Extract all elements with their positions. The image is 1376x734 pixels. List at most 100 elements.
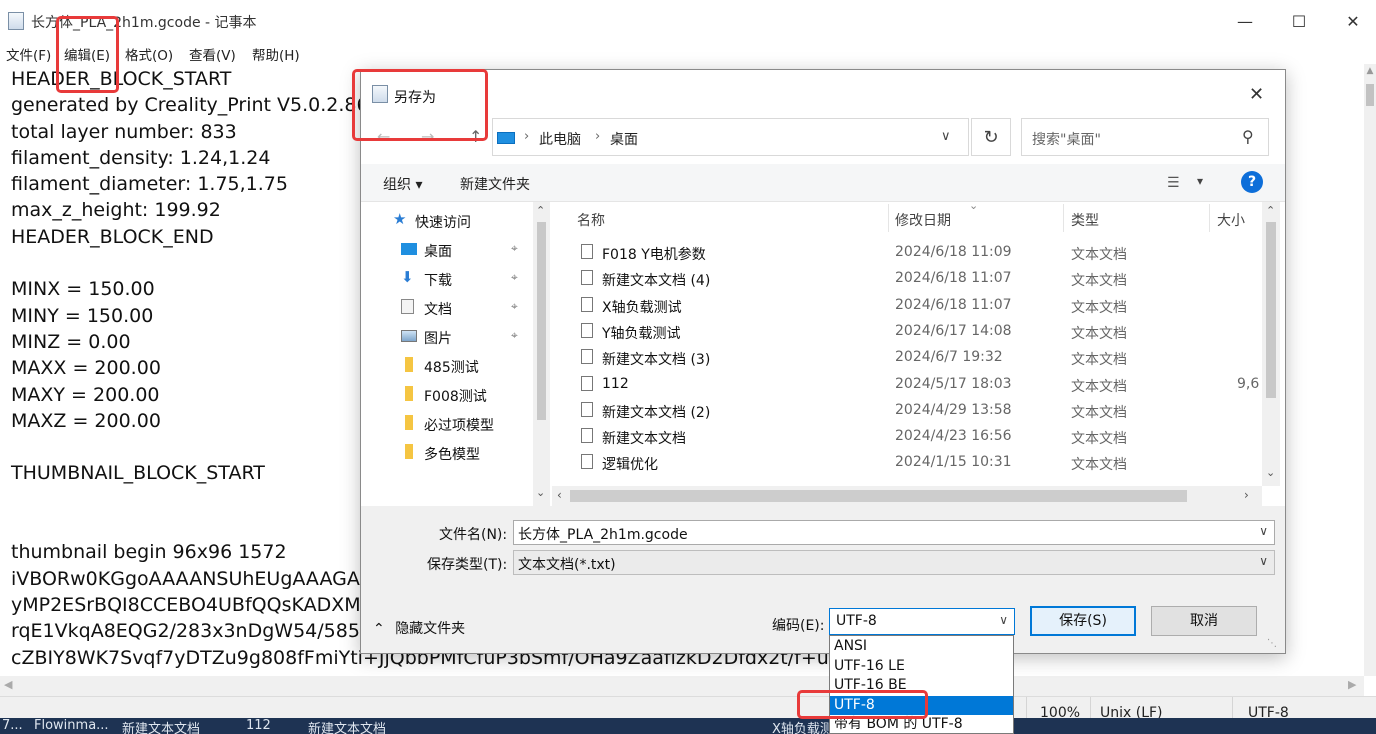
minimize-button[interactable]: — — [1222, 6, 1268, 36]
nav-item[interactable]: 文档 ⌖ — [361, 293, 536, 321]
screen: 长方体_PLA_2h1m.gcode - 记事本 — ☐ ✕ 文件(F) 编辑(… — [0, 0, 1376, 734]
column-modified[interactable]: 修改日期 — [895, 210, 951, 230]
search-box[interactable]: 搜索"桌面" ⚲ — [1021, 118, 1269, 156]
taskbar-item[interactable]: Flowinma... — [34, 718, 109, 733]
maximize-button[interactable]: ☐ — [1276, 6, 1322, 36]
view-dropdown-icon[interactable]: ▾ — [1197, 174, 1203, 188]
file-row[interactable]: 新建文本文档 (2) 2024/4/29 13:58 文本文档 — [552, 398, 1262, 424]
file-list-horizontal-scrollbar[interactable]: ‹ › — [552, 486, 1262, 506]
pin-icon[interactable]: ⌖ — [511, 328, 518, 343]
help-icon[interactable]: ? — [1241, 171, 1263, 193]
chevron-down-icon[interactable]: ∨ — [1259, 554, 1268, 568]
file-row[interactable]: F018 Y电机参数 2024/6/18 11:09 文本文档 — [552, 240, 1262, 266]
nav-item[interactable]: 必过项模型 — [361, 409, 536, 437]
notepad-horizontal-scrollbar[interactable]: ◀ ▶ — [0, 676, 1364, 696]
nav-item[interactable]: F008测试 — [361, 380, 536, 408]
save-as-dialog: 另存为 ✕ ← → ↑ › 此电脑 › 桌面 ∨ ↻ 搜索"桌面" ⚲ 组织 ▾… — [360, 69, 1286, 654]
pin-icon[interactable]: ⌖ — [511, 241, 518, 256]
scroll-down-icon[interactable]: ⌄ — [1266, 466, 1275, 479]
menu-help[interactable]: 帮助(H) — [252, 44, 300, 64]
menu-view[interactable]: 查看(V) — [189, 44, 236, 64]
file-row[interactable]: 新建文本文档 (4) 2024/6/18 11:07 文本文档 — [552, 266, 1262, 292]
encoding-option[interactable]: 带有 BOM 的 UTF-8 — [830, 715, 1013, 733]
resize-grip-icon[interactable]: ⋱ — [1267, 638, 1277, 649]
menu-edit[interactable]: 编辑(E) — [64, 44, 110, 64]
view-options-icon[interactable]: ☰ — [1167, 175, 1180, 191]
nav-item[interactable]: 多色模型 — [361, 438, 536, 466]
scroll-left-icon[interactable]: ‹ — [557, 488, 562, 502]
pin-icon[interactable]: ⌖ — [511, 270, 518, 285]
filename-label: 文件名(N): — [439, 527, 508, 543]
chevron-down-icon[interactable]: ∨ — [941, 129, 951, 144]
address-bar[interactable]: › 此电脑 › 桌面 ∨ — [492, 118, 969, 156]
file-row[interactable]: 逻辑优化 2024/1/15 10:31 文本文档 — [552, 450, 1262, 476]
dialog-close-icon[interactable]: ✕ — [1249, 84, 1264, 105]
taskbar-item[interactable]: X轴负载测 — [772, 718, 833, 734]
file-date: 2024/6/17 14:08 — [895, 322, 1012, 339]
scroll-up-icon[interactable]: ⌃ — [1266, 204, 1275, 217]
scroll-thumb[interactable] — [570, 490, 1187, 502]
new-folder-button[interactable]: 新建文件夹 — [460, 174, 530, 194]
nav-item-label: 下载 — [424, 273, 452, 289]
close-button[interactable]: ✕ — [1330, 6, 1376, 36]
taskbar-item[interactable]: 新建文本文档 — [308, 718, 386, 734]
up-arrow-icon[interactable]: ↑ — [469, 127, 482, 146]
encoding-option[interactable]: UTF-8 — [830, 695, 1013, 715]
file-row[interactable]: 112 2024/5/17 18:03 文本文档 9,6 — [552, 372, 1262, 398]
scroll-left-icon[interactable]: ◀ — [4, 678, 12, 691]
file-list-vertical-scrollbar[interactable]: ⌃ ⌄ — [1262, 202, 1280, 486]
cancel-button[interactable]: 取消 — [1151, 606, 1257, 636]
nav-item[interactable]: ⬇ 下载 ⌖ — [361, 264, 536, 292]
forward-arrow-icon[interactable]: → — [421, 127, 434, 146]
scroll-right-icon[interactable]: ▶ — [1348, 678, 1356, 691]
breadcrumb-this-pc[interactable]: 此电脑 — [539, 129, 581, 149]
nav-item[interactable]: 桌面 ⌖ — [361, 235, 536, 263]
scroll-up-icon[interactable]: ▲ — [1364, 66, 1376, 82]
breadcrumb-desktop[interactable]: 桌面 — [610, 129, 638, 149]
taskbar-item[interactable]: 112 — [246, 718, 271, 733]
taskbar-item[interactable]: 新建文本文档 — [122, 718, 200, 734]
encoding-option[interactable]: ANSI — [830, 637, 1013, 657]
file-row[interactable]: 新建文本文档 2024/4/23 16:56 文本文档 — [552, 424, 1262, 450]
scroll-thumb[interactable] — [537, 222, 546, 420]
nav-item[interactable]: ★ 快速访问 — [361, 206, 536, 234]
file-row[interactable]: Y轴负载测试 2024/6/17 14:08 文本文档 — [552, 319, 1262, 345]
encoding-select[interactable]: UTF-8 ∨ — [829, 608, 1015, 635]
back-arrow-icon[interactable]: ← — [377, 127, 390, 146]
file-row[interactable]: 新建文本文档 (3) 2024/6/7 19:32 文本文档 — [552, 345, 1262, 371]
file-row[interactable]: X轴负载测试 2024/6/18 11:07 文本文档 — [552, 293, 1262, 319]
nav-item[interactable]: 485测试 — [361, 351, 536, 379]
scroll-right-icon[interactable]: › — [1244, 488, 1249, 502]
taskbar-item[interactable]: 7... — [2, 718, 23, 733]
column-name[interactable]: 名称 — [577, 210, 605, 230]
nav-scrollbar[interactable]: ⌃ ⌄ — [533, 202, 550, 506]
encoding-option[interactable]: UTF-16 LE — [830, 657, 1013, 677]
column-size[interactable]: 大小 — [1217, 210, 1245, 230]
nav-item[interactable]: 图片 ⌖ — [361, 322, 536, 350]
nav-item-label: 快速访问 — [415, 215, 471, 231]
file-name: 逻辑优化 — [602, 457, 658, 474]
file-type: 文本文档 — [1071, 457, 1127, 474]
menu-format[interactable]: 格式(O) — [125, 44, 173, 64]
save-button[interactable]: 保存(S) — [1030, 606, 1136, 636]
nav-item-label: F008测试 — [424, 389, 487, 405]
chevron-down-icon[interactable]: ∨ — [999, 613, 1008, 627]
scroll-up-icon[interactable]: ⌃ — [536, 204, 545, 217]
refresh-button[interactable]: ↻ — [971, 118, 1011, 156]
chevron-down-icon[interactable]: ∨ — [1259, 524, 1268, 538]
file-type: 文本文档 — [1071, 247, 1127, 263]
pin-icon[interactable]: ⌖ — [511, 299, 518, 314]
filename-input[interactable]: 长方体_PLA_2h1m.gcode ∨ — [513, 520, 1275, 545]
menu-file[interactable]: 文件(F) — [6, 44, 51, 64]
scroll-thumb[interactable] — [1366, 84, 1374, 106]
encoding-option[interactable]: UTF-16 BE — [830, 676, 1013, 696]
organize-button[interactable]: 组织 ▾ — [383, 174, 422, 194]
notepad-vertical-scrollbar[interactable]: ▲ — [1364, 64, 1376, 676]
scroll-thumb[interactable] — [1266, 222, 1276, 398]
filetype-select[interactable]: 文本文档(*.txt) ∨ — [513, 550, 1275, 575]
scroll-down-icon[interactable]: ⌄ — [536, 486, 545, 499]
hide-folders-toggle[interactable]: ⌃ 隐藏文件夹 — [373, 618, 465, 638]
folder-icon — [405, 444, 413, 459]
chevron-up-icon: ⌃ — [373, 621, 385, 637]
column-type[interactable]: 类型 — [1071, 210, 1099, 230]
